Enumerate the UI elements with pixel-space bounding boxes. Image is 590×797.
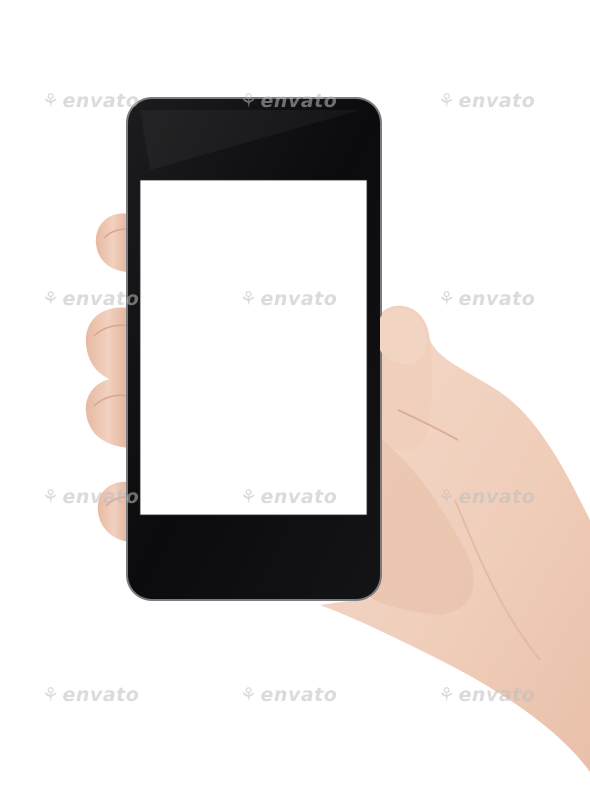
finger-1 <box>95 213 130 272</box>
finger-4 <box>97 481 130 542</box>
smartphone <box>126 97 382 601</box>
photo: ⚘ envato ⚘ envato ⚘ envato ⚘ envato ⚘ envato … <box>0 0 590 797</box>
fingers <box>85 213 131 542</box>
finger-3 <box>85 377 130 448</box>
finger-2 <box>85 307 130 384</box>
phone-screen <box>140 180 367 515</box>
hand-and-phone-illustration <box>85 97 590 772</box>
